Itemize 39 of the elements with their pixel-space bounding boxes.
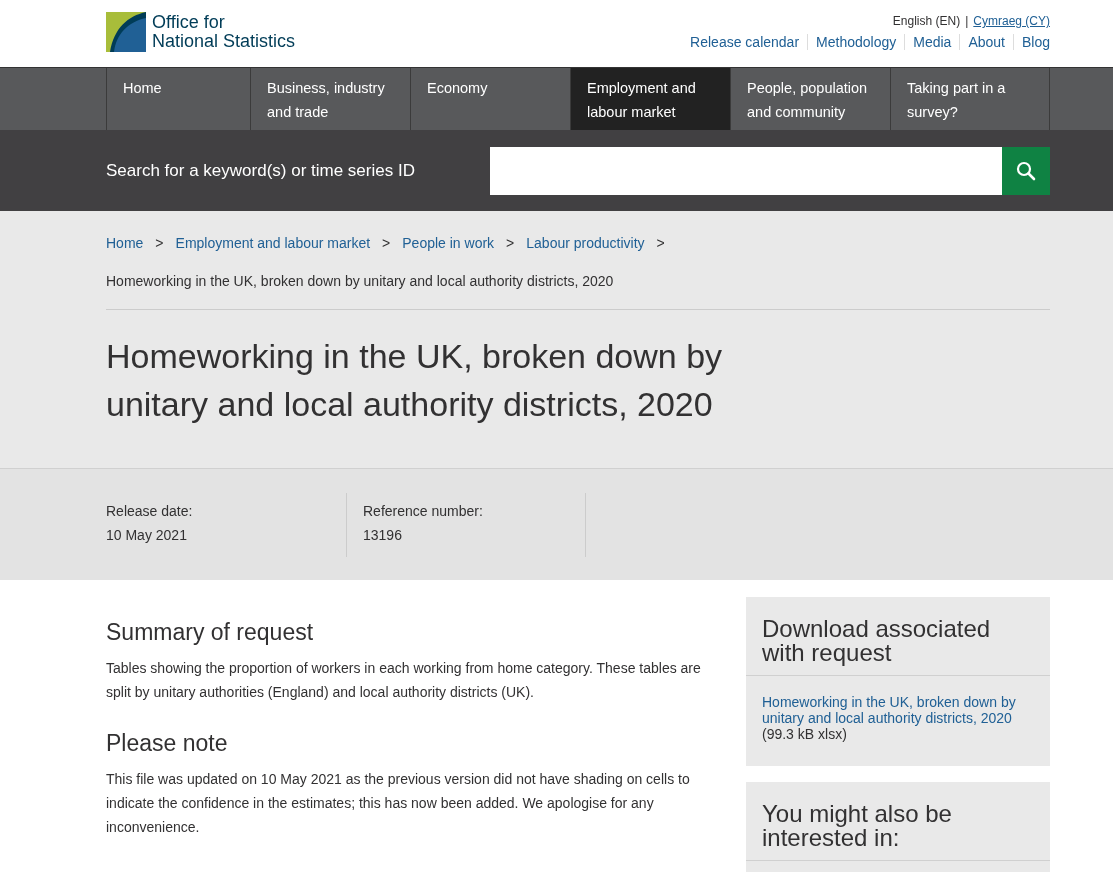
nav-tab[interactable]: Taking part in a survey? (890, 68, 1050, 130)
meta-value: 10 May 2021 (106, 527, 188, 543)
section-text: Tables showing the proportion of workers in each working from home category. These tables are split by unitary authorities (England) and local authority districts (UK). (106, 659, 702, 702)
section-text: This file was updated on 10 May 2021 as the previous version did not have shading on cells to indicate the confidence in the estimates; this has now been added. We apologise for any inconvenience. (106, 770, 691, 837)
language-current: English (EN) (892, 14, 961, 28)
search-field[interactable] (490, 146, 1002, 195)
breadcrumb-separator: > (506, 235, 515, 251)
logo-icon (106, 12, 146, 52)
card-heading: You might also be interested in: (746, 782, 1050, 861)
search-button[interactable] (1002, 146, 1050, 195)
logo-text: Office for (152, 13, 226, 32)
language-separator: | (965, 14, 969, 28)
nav-tab[interactable]: Employment and labour market (570, 68, 730, 130)
breadcrumb-link[interactable]: Labour productivity (526, 235, 645, 251)
header-link[interactable]: Blog (1012, 34, 1050, 50)
breadcrumb-link[interactable]: People in work (402, 235, 495, 251)
breadcrumb-current: Homeworking in the UK, broken down by unitary and local authority districts, 2020 (106, 273, 614, 289)
header-link[interactable]: Release calendar (682, 34, 808, 50)
meta-label: Reference number: (363, 503, 484, 519)
card-heading: Download associated with request (746, 597, 1050, 676)
search-icon (1016, 160, 1036, 181)
search-label: Search for a keyword(s) or time series ID (106, 160, 415, 181)
file-meta: (99.3 kB xlsx) (762, 726, 848, 742)
breadcrumb-link[interactable]: Employment and labour market (175, 235, 371, 251)
breadcrumb-separator: > (656, 235, 665, 251)
section-heading: Summary of request (106, 619, 315, 646)
logo-text: National Statistics (152, 32, 296, 51)
language-link[interactable]: Cymraeg (CY) (973, 14, 1050, 28)
page-title: Homeworking in the UK, broken down by unitary and local authority districts, 2020 (106, 336, 724, 425)
header-link[interactable]: Methodology (807, 34, 905, 50)
meta-value: 13196 (363, 527, 403, 543)
breadcrumb-link[interactable]: Home (106, 235, 144, 251)
breadcrumb-separator: > (382, 235, 391, 251)
header-link[interactable]: About (959, 34, 1013, 50)
breadcrumb-separator: > (155, 235, 164, 251)
header-link[interactable]: Media (904, 34, 960, 50)
download-link[interactable]: Homeworking in the UK, broken down by unitary and local authority districts, 2020 (762, 694, 1034, 726)
meta-label: Release date: (106, 503, 194, 519)
section-heading: Please note (106, 730, 229, 757)
